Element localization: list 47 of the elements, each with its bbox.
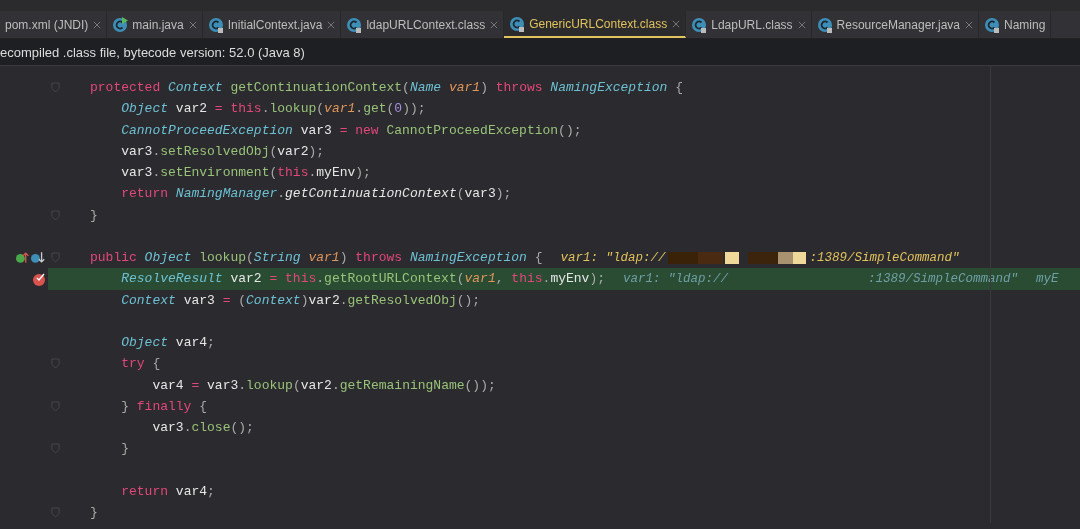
- class-file-icon: [207, 16, 224, 33]
- code-line: } finally {: [120, 398, 208, 414]
- class-file-icon: [112, 16, 129, 33]
- inline-value-hint: var1: "ldap://: [623, 271, 729, 286]
- code-line: var4 = var3.lookup(var2.getRemainingName());: [151, 377, 496, 393]
- code-line: Object var2 = this.lookup(var1.get(0));: [120, 101, 426, 117]
- breakpoint-icon[interactable]: [32, 271, 46, 286]
- editor-tab[interactable]: GenericURLContext.class: [504, 11, 687, 38]
- code-line: var3.setResolvedObj(var2);: [120, 143, 325, 159]
- class-file-icon: [509, 15, 526, 32]
- close-icon[interactable]: [327, 20, 336, 29]
- class-file-icon: [816, 16, 833, 33]
- editor-tab[interactable]: main.java: [107, 11, 203, 38]
- inline-value-hint: var1: "ldap://: [560, 250, 666, 265]
- close-icon[interactable]: [490, 20, 499, 29]
- inline-value-hint: :1389/SimpleCommand": [868, 271, 1019, 286]
- class-file-icon: [346, 16, 363, 33]
- code-line: try {: [120, 356, 161, 372]
- close-icon[interactable]: [797, 20, 806, 29]
- close-icon[interactable]: [965, 20, 973, 29]
- override-markers-icon[interactable]: [16, 251, 46, 265]
- code-line: }: [120, 441, 129, 457]
- code-line: protected Context getContinuationContext(Name var1) throws NamingException {: [90, 80, 683, 96]
- editor-tab[interactable]: LdapURL.class: [686, 11, 812, 38]
- code-line: ResolveResult var2 = this.getRootURLContext(var1, this.myEnv);: [120, 271, 605, 287]
- class-file-icon: [984, 16, 1000, 33]
- code-line: }: [90, 505, 98, 521]
- code-line: public Object lookup(String var1) throws NamingException {: [90, 250, 543, 266]
- editor-tab[interactable]: ResourceManager.java: [811, 11, 979, 38]
- close-icon[interactable]: [188, 20, 197, 29]
- editor-tab[interactable]: InitialContext.java: [202, 11, 342, 38]
- code-line: Object var4;: [120, 335, 215, 351]
- close-icon[interactable]: [93, 20, 102, 29]
- close-icon[interactable]: [672, 19, 681, 28]
- class-file-icon: [691, 16, 708, 33]
- code-line: Context var3 = (Context)var2.getResolvedObj();: [120, 292, 481, 308]
- code-line: }: [90, 207, 98, 223]
- code-line: CannotProceedException var3 = new CannotProceedException();: [120, 122, 582, 138]
- editor-tab[interactable]: Naming: [979, 11, 1052, 38]
- code-line: var3.setEnvironment(this.myEnv);: [120, 165, 371, 181]
- code-line: return NamingManager.getContinuationContext(var3);: [120, 186, 512, 202]
- code-line: return var4;: [120, 483, 215, 499]
- code-line: var3.close();: [151, 420, 254, 436]
- inline-value-hint: :1389/SimpleCommand": [809, 250, 960, 265]
- info-message: ecompiled .class file, bytecode version: 52.0 (Java 8): [0, 44, 305, 60]
- inline-value-hint: myE: [1036, 271, 1059, 286]
- editor-tab[interactable]: pom.xml (JNDI): [0, 11, 108, 38]
